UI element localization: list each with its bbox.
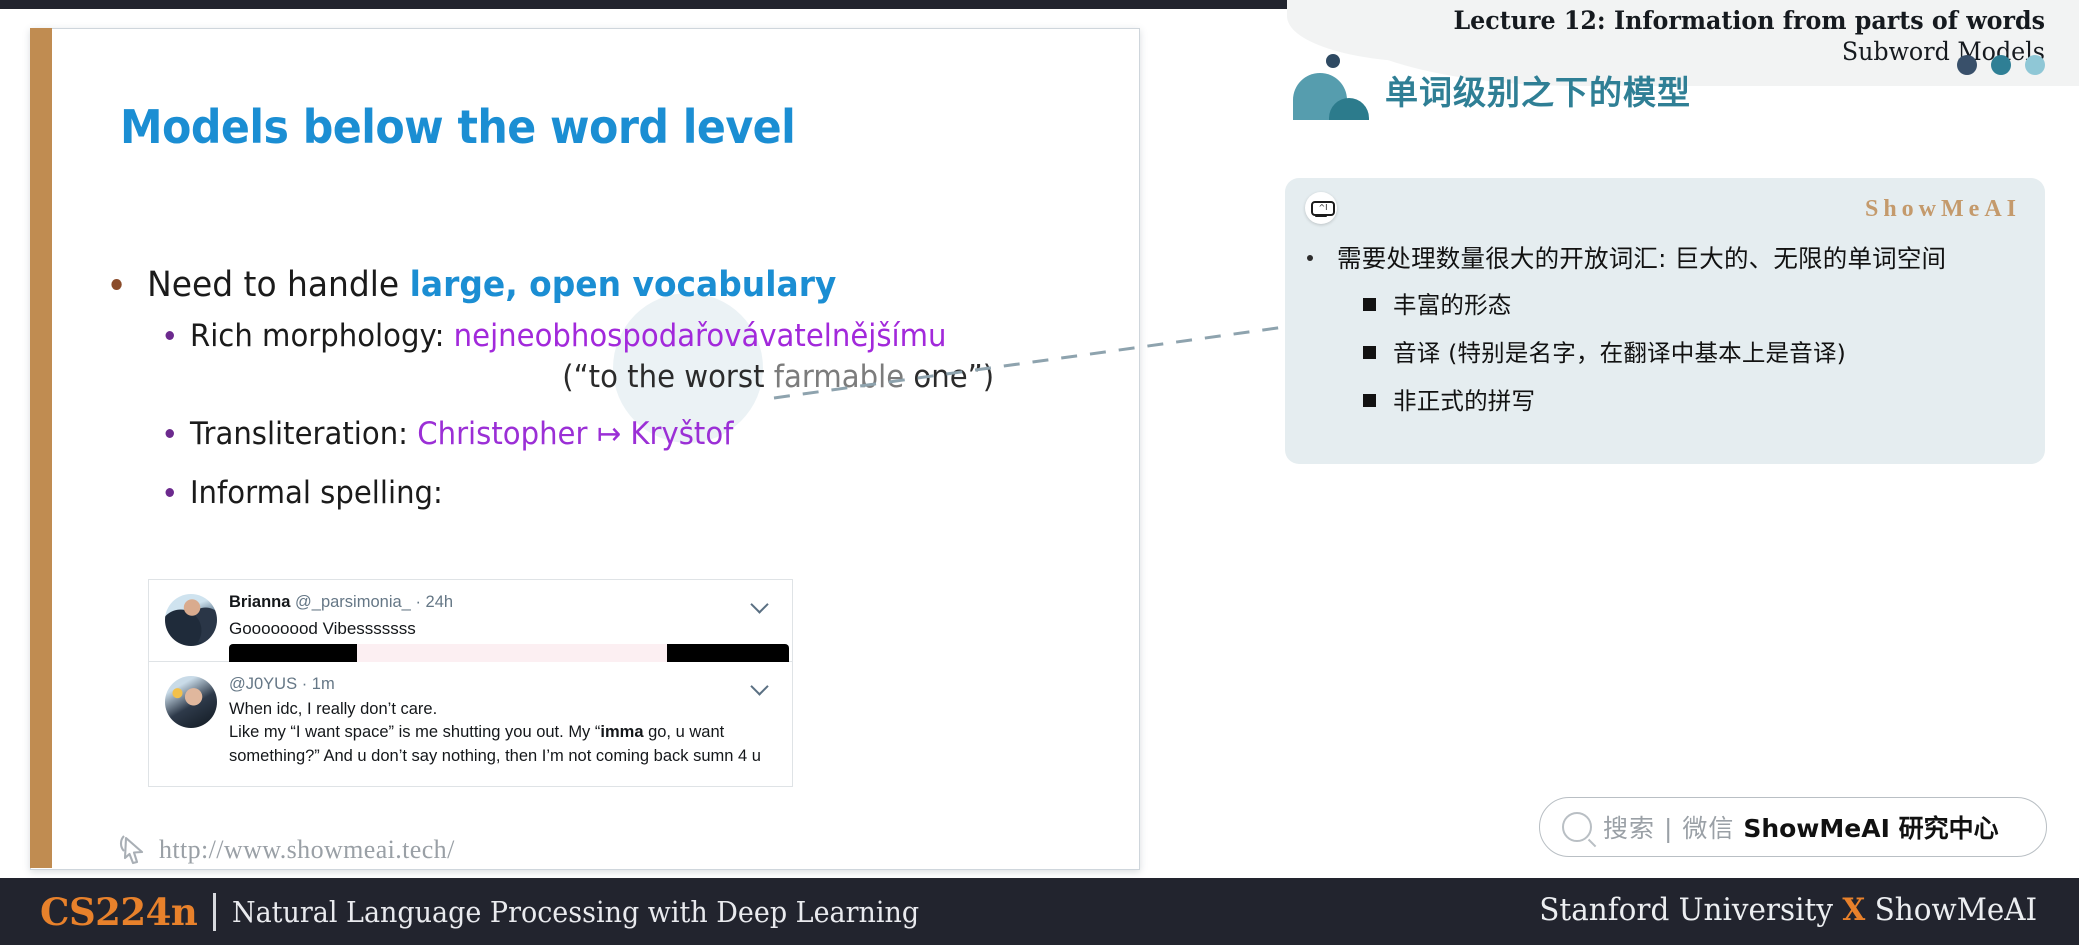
- footer-bar: CS224n Natural Language Processing with …: [0, 878, 2079, 945]
- card-sub-bullet-text: 音译 (特别是名字，在翻译中基本上是音译): [1393, 339, 1847, 367]
- lecture-heading: Lecture 12: Information from parts of wo…: [1380, 6, 2045, 67]
- card-sub-bullet-text: 丰富的形态: [1393, 291, 1512, 319]
- gloss-grey: farmable: [773, 359, 905, 396]
- footer-divider: [213, 893, 217, 931]
- tweet-1-name: Brianna: [229, 593, 291, 611]
- footer-x: X: [1842, 892, 1866, 928]
- dot-light-icon: [2025, 55, 2045, 75]
- card-bullet-main-text: 需要处理数量很大的开放词汇: 巨大的、无限的单词空间: [1337, 244, 1947, 273]
- cursor-icon: [119, 835, 144, 865]
- tweet-2-line-3: something?” And u don’t say nothing, the…: [229, 746, 761, 765]
- card-bullet-main: 需要处理数量很大的开放词汇: 巨大的、无限的单词空间: [1307, 240, 2027, 275]
- dot-dark-icon: [1957, 55, 1977, 75]
- square-marker-icon: [1363, 394, 1376, 407]
- tweet-1-time: 24h: [425, 593, 454, 611]
- footer-right-pre: Stanford University: [1539, 892, 1843, 928]
- search-icon: [1562, 812, 1592, 842]
- card-sub-bullet: 丰富的形态: [1363, 286, 1512, 320]
- tweet-1-body: Goooooood Vibesssssss: [229, 619, 416, 638]
- bullet-main-highlight: large, open vocabulary: [409, 265, 837, 305]
- slide-card: Models below the word level Need to hand…: [30, 28, 1140, 870]
- slide-page: Models below the word level Need to hand…: [0, 0, 2079, 945]
- bullet-main: Need to handle large, open vocabulary: [102, 266, 1051, 305]
- course-code: CS224n: [40, 890, 198, 934]
- card-sub-bullet: 音译 (特别是名字，在翻译中基本上是音译): [1363, 334, 1846, 368]
- lecture-subtitle-line: Subword Models: [1841, 36, 2045, 66]
- bullet-sub-informal: Informal spelling:: [158, 476, 1055, 511]
- search-brand-text: ShowMeAI 研究中心: [1743, 814, 1999, 843]
- footer-right-post: ShowMeAI: [1865, 892, 2037, 928]
- robot-icon: ^I: [1305, 192, 1337, 224]
- search-placeholder: 搜索 | 微信: [1603, 814, 1735, 843]
- sub1-value: nejneobhospodařovávatelnějšímu: [453, 317, 947, 354]
- course-name: Natural Language Processing with Deep Le…: [232, 895, 920, 929]
- translation-card: ^I ShowMeAI 需要处理数量很大的开放词汇: 巨大的、无限的单词空间 丰…: [1285, 178, 2045, 464]
- card-sub-bullet-text: 非正式的拼写: [1393, 387, 1536, 415]
- bullet-sub-transliteration: Transliteration: Christopher ↦ Kryštof: [158, 417, 1055, 452]
- decorative-shapes: [1293, 54, 1373, 120]
- footer-right: Stanford University X ShowMeAI: [1539, 892, 2037, 928]
- gloss-post: one”): [904, 359, 995, 396]
- bullet-marker-icon: [111, 279, 122, 290]
- slide-bullet-list: Need to handle large, open vocabulary Ri…: [102, 266, 1112, 511]
- gloss-pre: (“to the worst: [562, 359, 774, 396]
- square-marker-icon: [1363, 346, 1376, 359]
- sub-bullet-marker-icon: [165, 330, 174, 340]
- bullet-main-text: Need to handle: [147, 265, 410, 305]
- header-dots: [1957, 55, 2045, 75]
- chinese-section-title: 单词级别之下的模型: [1385, 73, 1691, 112]
- chevron-down-icon[interactable]: [753, 598, 770, 608]
- robot-face-icon: ^I: [1311, 201, 1335, 216]
- tweet-2-time: 1m: [311, 675, 335, 693]
- tweet-2-bold-word: imma: [600, 723, 644, 742]
- card-sub-bullet: 非正式的拼写: [1363, 382, 1535, 416]
- sub-bullet-marker-icon: [165, 429, 174, 439]
- sub1-label: Rich morphology:: [189, 317, 454, 354]
- lecture-title-line: Lecture 12: Information from parts of wo…: [1453, 6, 2045, 35]
- tweet-2-separator: ·: [301, 675, 308, 693]
- morphology-gloss: (“to the worst farmable one”): [158, 359, 1055, 395]
- tweet-1-separator: ·: [415, 593, 421, 611]
- avatar: [165, 594, 217, 646]
- tweet-card-2: @J0YUS · 1m When idc, I really don’t car…: [148, 662, 793, 787]
- brand-logo: ShowMeAI: [1864, 196, 2021, 222]
- tweet-card-1: Brianna @_parsimonia_ · 24h Goooooood Vi…: [148, 579, 793, 666]
- tweet-2-line-2a: Like my “I want space” is me shutting yo…: [229, 723, 601, 742]
- dot-teal-icon: [1991, 55, 2011, 75]
- search-pill[interactable]: 搜索 | 微信 ShowMeAI 研究中心: [1539, 797, 2047, 857]
- robot-mouth-icon: [1315, 215, 1327, 218]
- slide-title: Models below the word level: [120, 100, 796, 154]
- footer-left: CS224n Natural Language Processing with …: [40, 890, 971, 934]
- bullet-sub-morphology: Rich morphology: nejneobhospodařovávatel…: [158, 317, 1055, 354]
- bullet-marker-icon: [1307, 254, 1313, 261]
- sub2-label: Transliteration:: [189, 416, 418, 453]
- tweet-2-line-2: Like my “I want space” is me shutting yo…: [229, 721, 761, 744]
- tweet-1-handle: @_parsimonia_: [295, 593, 411, 611]
- watermark-url: http://www.showmeai.tech/: [159, 835, 455, 864]
- watermark: http://www.showmeai.tech/: [118, 833, 455, 867]
- tweet-screenshot-group: Brianna @_parsimonia_ · 24h Goooooood Vi…: [148, 579, 793, 787]
- tweet-2-handle: @J0YUS: [229, 675, 298, 693]
- tweet-2-body: When idc, I really don’t care. Like my “…: [229, 698, 761, 768]
- deco-dot-icon: [1326, 54, 1340, 68]
- tweet-1-header: Brianna @_parsimonia_ · 24h: [229, 593, 453, 612]
- tweet-2-line-2c: go, u want: [643, 723, 725, 742]
- slide-accent-bar: [30, 28, 52, 868]
- tweet-2-line-1: When idc, I really don’t care.: [229, 700, 438, 718]
- avatar: [165, 676, 217, 728]
- square-marker-icon: [1363, 298, 1376, 311]
- sub2-value: Christopher ↦ Kryštof: [417, 416, 734, 453]
- sub3-label: Informal spelling:: [189, 474, 443, 511]
- sub-bullet-marker-icon: [165, 487, 174, 497]
- chevron-down-icon[interactable]: [753, 680, 770, 690]
- tweet-2-header: @J0YUS · 1m: [229, 675, 335, 694]
